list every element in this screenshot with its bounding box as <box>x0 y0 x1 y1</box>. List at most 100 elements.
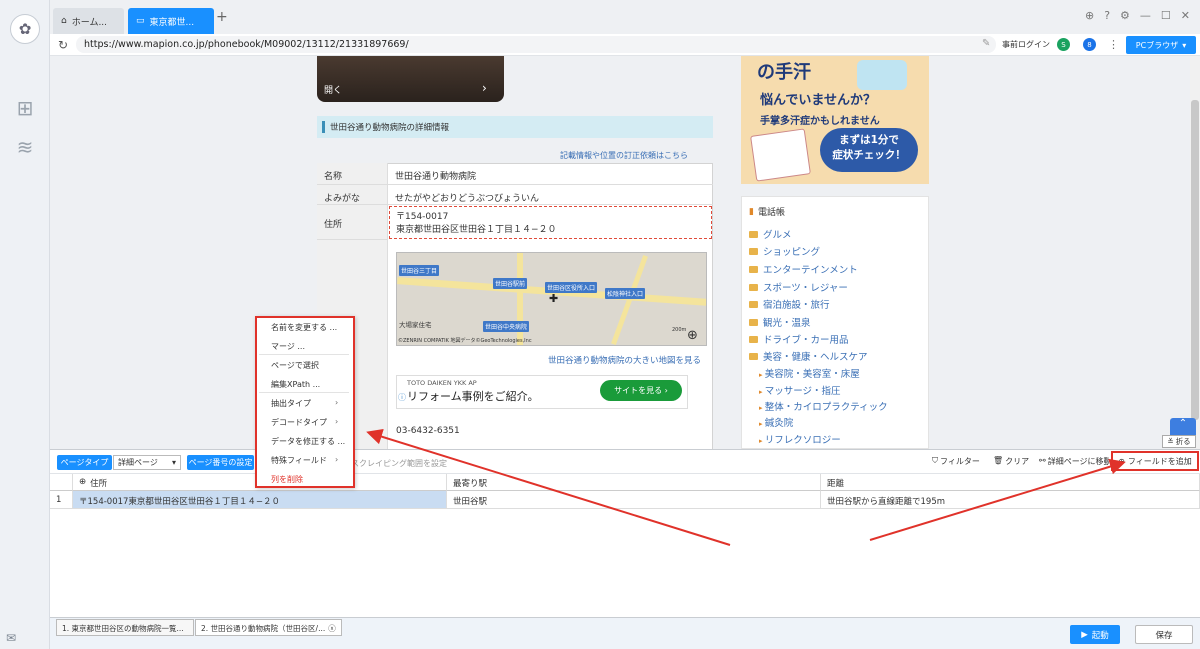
banner-cta[interactable]: まずは1分で 症状チェック！ <box>820 128 918 172</box>
phonebook-item[interactable]: グルメ <box>749 227 792 241</box>
pc-browser-button[interactable]: PCブラウザ ▾ <box>1126 36 1196 54</box>
edit-icon[interactable]: ✎ <box>982 38 990 49</box>
map-label: 世田谷駅前 <box>493 278 528 289</box>
mail-icon[interactable]: ✉ <box>6 631 16 645</box>
chevron-right-icon: › <box>335 455 339 464</box>
section-bar <box>322 121 325 133</box>
menu-merge[interactable]: マージ ... <box>271 341 305 352</box>
phonebook-subitem[interactable]: 鍼灸院 <box>759 415 794 429</box>
home-icon: ⌂ <box>61 16 67 26</box>
phonebook-subitem[interactable]: 整体・カイロプラクティック <box>759 399 888 413</box>
tab-home[interactable]: ⌂ ホーム... <box>53 8 124 34</box>
map-road <box>517 253 523 345</box>
photo-carousel[interactable] <box>317 56 504 102</box>
menu-edit-xpath[interactable]: 編集XPath ... <box>271 379 320 390</box>
ad-info-icon[interactable]: ⓘ <box>398 392 406 403</box>
go-detail-button[interactable]: ⚯ 詳細ページに移動 <box>1039 456 1109 467</box>
large-map-link[interactable]: 世田谷通り動物病院の大きい地図を見る <box>548 354 701 366</box>
phonebook-item[interactable]: 宿泊施設・旅行 <box>749 297 830 311</box>
menu-extract-type[interactable]: 抽出タイプ <box>271 398 311 409</box>
phonebook-item[interactable]: 観光・温泉 <box>749 315 811 329</box>
more-icon[interactable]: ⋮ <box>1108 38 1119 51</box>
grid-cell-distance[interactable]: 世田谷駅から直線距離で195m <box>821 491 1200 509</box>
workflow-tab-list[interactable]: 1. 東京都世田谷区の動物病院一覧... <box>56 619 194 636</box>
phonebook-item[interactable]: エンターテインメント <box>749 262 858 276</box>
plus-circle-icon: ⊕ <box>1118 456 1125 466</box>
map-label: 世田谷三丁目 <box>399 265 440 276</box>
folder-icon <box>749 247 758 255</box>
grid-cell-address[interactable]: 〒154-0017東京都世田谷区世田谷１丁目１４−２０ <box>73 491 447 509</box>
menu-select-in-page[interactable]: ページで選択 <box>271 360 319 371</box>
extension-icon[interactable]: S <box>1057 38 1070 51</box>
chevron-down-icon: ▾ <box>1182 40 1187 50</box>
chevron-right-icon[interactable]: › <box>482 81 487 95</box>
ad-text[interactable]: リフォーム事例をご紹介。 <box>407 388 539 404</box>
crosshair-icon: ⊕ <box>79 477 87 487</box>
folder-icon <box>749 318 758 326</box>
phonebook-subitem[interactable]: マッサージ・指圧 <box>759 383 841 397</box>
gift-icon[interactable]: ⊕ <box>1085 9 1094 22</box>
correction-link[interactable]: 記載情報や位置の訂正依頼はこちら <box>560 150 688 161</box>
page-icon: ▭ <box>136 16 145 26</box>
phonebook-item[interactable]: ドライブ・カー用品 <box>749 332 849 346</box>
filter-button[interactable]: ⛉ フィルター <box>932 456 980 467</box>
section-header: 世田谷通り動物病院の詳細情報 <box>317 116 713 138</box>
user-icon[interactable]: 8 <box>1083 38 1096 51</box>
page-number-button[interactable]: ページ番号の設定 <box>187 455 254 470</box>
menu-rename[interactable]: 名前を変更する ... <box>271 322 337 333</box>
layers-icon[interactable]: ≋ <box>12 134 38 160</box>
chevron-right-icon: › <box>335 417 339 426</box>
value-name: 世田谷通り動物病院 <box>388 163 713 185</box>
grid-cell-station[interactable]: 世田谷駅 <box>447 491 821 509</box>
url-field[interactable]: https://www.mapion.co.jp/phonebook/M0900… <box>76 36 996 53</box>
reload-icon[interactable]: ↻ <box>58 38 68 52</box>
phonebook-subitem[interactable]: 美容院・美容室・床屋 <box>759 366 860 380</box>
phone-number: 03-6432-6351 <box>396 426 460 436</box>
page-type-button[interactable]: ページタイプ <box>57 455 112 470</box>
menu-delete-column[interactable]: 列を削除 <box>271 474 303 485</box>
tab-tokyo[interactable]: ▭ 東京都世... <box>128 8 214 34</box>
scrollbar-thumb[interactable] <box>1191 100 1199 420</box>
phonebook-item[interactable]: 美容・健康・ヘルスケア <box>749 349 868 363</box>
map-marker-icon: ✚ <box>549 292 559 305</box>
settings-icon[interactable]: ⚙ <box>1120 9 1130 22</box>
pre-login-button[interactable]: 事前ログイン <box>1002 39 1050 50</box>
value-reading: せたがやどおりどうぶつびょういん <box>388 185 713 205</box>
hands-illustration <box>857 60 907 90</box>
clear-button[interactable]: 🗑 クリア <box>993 456 1029 467</box>
carousel-open[interactable]: 開く <box>324 83 342 96</box>
save-button[interactable]: 保存 <box>1135 625 1193 644</box>
label-reading: よみがな <box>317 185 388 205</box>
page-type-select[interactable]: 詳細ページ ▾ <box>113 455 181 470</box>
fold-button[interactable]: ≚ 折る <box>1162 435 1196 448</box>
phonebook-item[interactable]: スポーツ・レジャー <box>749 280 848 294</box>
banner-line-3: 手掌多汗症かもしれません <box>760 116 880 127</box>
value-address[interactable]: 〒154-0017 東京都世田谷区世田谷１丁目１４−２０ <box>389 206 712 239</box>
map-image[interactable]: 世田谷三丁目 世田谷駅前 世田谷区役所入口 松陰神社入口 世田谷中央病院 大場家… <box>396 252 707 346</box>
phonebook-subitem[interactable]: リフレクソロジー <box>759 432 841 446</box>
close-icon[interactable]: ⓧ <box>328 623 336 633</box>
label-name: 名称 <box>317 163 388 185</box>
ad-site-button[interactable]: サイトを見る › <box>600 380 682 401</box>
folder-icon <box>749 230 758 238</box>
new-task-icon[interactable]: ⊞ <box>12 95 38 121</box>
workflow-tab-detail[interactable]: 2. 世田谷通り動物病院（世田谷区/... ⓧ <box>195 619 342 636</box>
minimize-icon[interactable]: — <box>1140 9 1151 22</box>
folder-icon <box>749 265 758 273</box>
start-button[interactable]: ▶ 起動 <box>1070 625 1120 644</box>
menu-special-field[interactable]: 特殊フィールド <box>271 455 327 466</box>
new-tab-button[interactable]: + <box>216 9 228 25</box>
phonebook-item[interactable]: ショッピング <box>749 244 820 258</box>
column-header-distance[interactable]: 距離 <box>821 474 1200 491</box>
scrape-range-button[interactable]: スクレイピング範囲を設定 <box>351 458 447 469</box>
folder-icon <box>749 300 758 308</box>
help-icon[interactable]: ? <box>1104 9 1110 22</box>
menu-decode-type[interactable]: デコードタイプ <box>271 417 327 428</box>
menu-modify-data[interactable]: データを修正する ... <box>271 436 345 447</box>
app-logo-icon: ✿ <box>10 14 40 44</box>
maximize-icon[interactable]: ☐ <box>1161 9 1171 22</box>
column-header-station[interactable]: 最寄り駅 <box>447 474 821 491</box>
add-field-button[interactable]: ⊕ フィールドを追加 <box>1111 451 1199 471</box>
close-icon[interactable]: ✕ <box>1181 9 1190 22</box>
banner-line-1: の手汗 <box>757 62 811 83</box>
